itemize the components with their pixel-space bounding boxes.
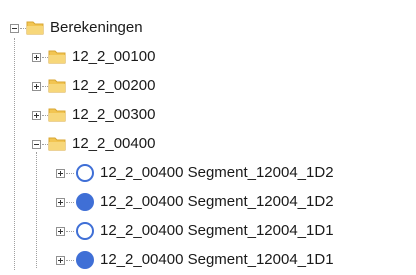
expand-toggle[interactable] bbox=[32, 82, 41, 91]
tree-connector bbox=[66, 231, 74, 232]
folder-icon bbox=[48, 79, 66, 93]
expand-toggle[interactable] bbox=[56, 227, 65, 236]
tree-label-root: Berekeningen bbox=[50, 19, 143, 36]
collapse-toggle[interactable] bbox=[32, 140, 41, 149]
folder-icon bbox=[48, 50, 66, 64]
tree-view: Berekeningen 12_2_00100 12_2_00200 12_2_… bbox=[0, 0, 416, 275]
tree-label-folder: 12_2_00100 bbox=[72, 48, 156, 65]
folder-icon bbox=[26, 21, 44, 35]
filled-circle-icon bbox=[76, 193, 94, 211]
filled-circle-icon bbox=[76, 251, 94, 269]
tree-label-segment: 12_2_00400 Segment_12004_1D2 bbox=[100, 193, 334, 210]
expand-toggle[interactable] bbox=[56, 169, 65, 178]
tree-connector bbox=[66, 260, 74, 261]
tree-label-segment: 12_2_00400 Segment_12004_1D2 bbox=[100, 164, 334, 181]
collapse-toggle[interactable] bbox=[10, 24, 19, 33]
expand-toggle[interactable] bbox=[32, 111, 41, 120]
folder-icon bbox=[48, 137, 66, 151]
folder-icon bbox=[48, 108, 66, 122]
tree-label-segment: 12_2_00400 Segment_12004_1D1 bbox=[100, 251, 334, 268]
tree-label-folder: 12_2_00200 bbox=[72, 77, 156, 94]
tree-connector bbox=[66, 173, 74, 174]
expand-toggle[interactable] bbox=[32, 53, 41, 62]
expand-toggle[interactable] bbox=[56, 256, 65, 265]
tree-connector bbox=[66, 202, 74, 203]
open-circle-icon bbox=[76, 222, 94, 240]
open-circle-icon bbox=[76, 164, 94, 182]
tree-connector bbox=[36, 152, 37, 268]
tree-connector bbox=[14, 38, 15, 270]
tree-label-folder: 12_2_00300 bbox=[72, 106, 156, 123]
tree-label-folder: 12_2_00400 bbox=[72, 135, 156, 152]
expand-toggle[interactable] bbox=[56, 198, 65, 207]
tree-label-segment: 12_2_00400 Segment_12004_1D1 bbox=[100, 222, 334, 239]
